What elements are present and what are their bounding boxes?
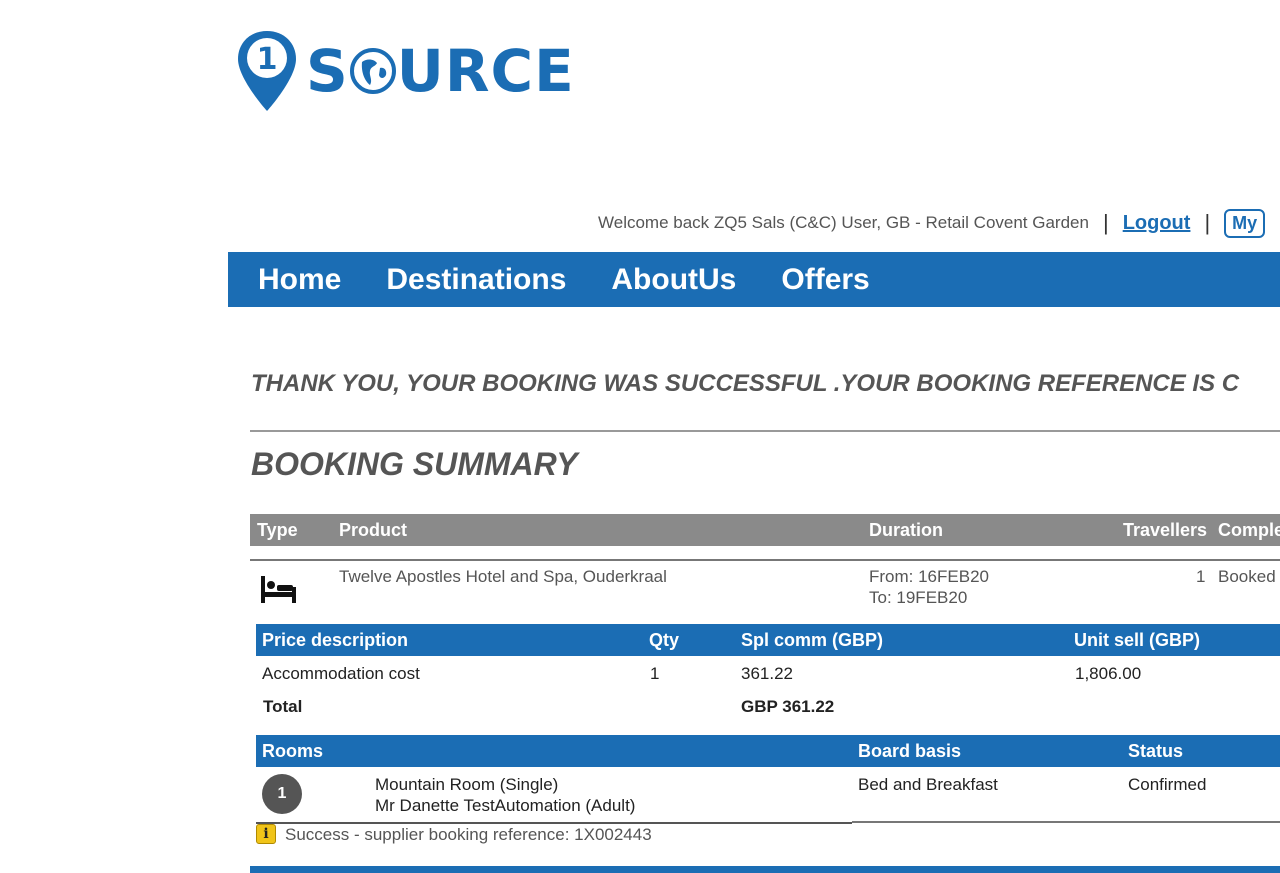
- location-pin-icon: 1: [238, 31, 296, 111]
- nav-aboutus[interactable]: AboutUs: [611, 263, 736, 297]
- price-table-header: Price description Qty Spl comm (GBP) Uni…: [256, 624, 1280, 656]
- room-number-badge: 1: [262, 774, 302, 814]
- price-qty: 1: [650, 664, 660, 683]
- price-unit-sell: 1,806.00: [1075, 664, 1142, 683]
- rooms-table-header: Rooms Board basis Status: [256, 735, 1280, 767]
- col-duration: Duration: [869, 520, 943, 540]
- duration-from: From: 16FEB20: [869, 567, 989, 586]
- col-product: Product: [339, 520, 408, 540]
- supplier-reference-message: Success - supplier booking reference: 1X…: [285, 825, 652, 844]
- booking-status: Booked: [1218, 567, 1276, 586]
- booking-confirmation-message: THANK YOU, YOUR BOOKING WAS SUCCESSFUL .…: [251, 370, 1240, 397]
- board-basis: Bed and Breakfast: [858, 775, 998, 794]
- guest-name: Mr Danette TestAutomation (Adult): [375, 796, 636, 815]
- col-qty: Qty: [649, 630, 680, 650]
- divider: [250, 559, 1280, 561]
- site-logo[interactable]: 1 S URCE: [236, 28, 575, 114]
- separator: |: [1102, 210, 1109, 235]
- nav-home[interactable]: Home: [258, 263, 341, 297]
- room-status: Confirmed: [1128, 775, 1207, 794]
- room-type: Mountain Room (Single): [375, 775, 559, 794]
- nav-offers[interactable]: Offers: [781, 263, 869, 297]
- travellers-count: 1: [1196, 567, 1206, 586]
- col-travellers: Travellers: [1123, 520, 1208, 540]
- col-unit-sell: Unit sell (GBP): [1074, 630, 1201, 650]
- my-account-button[interactable]: My: [1224, 208, 1266, 238]
- logo-wordmark: S URCE: [306, 37, 575, 105]
- summary-table-header: Type Product Duration Travellers Comple: [250, 514, 1280, 546]
- duration-to: To: 19FEB20: [869, 588, 968, 607]
- info-icon: i: [256, 824, 276, 844]
- price-spl-comm: 361.22: [741, 664, 793, 683]
- product-name: Twelve Apostles Hotel and Spa, Ouderkraa…: [339, 567, 667, 586]
- logout-link[interactable]: Logout: [1123, 212, 1191, 235]
- page-title: BOOKING SUMMARY: [251, 446, 578, 482]
- welcome-text: Welcome back ZQ5 Sals (C&C) User, GB - R…: [598, 213, 1089, 232]
- divider: [250, 430, 1280, 432]
- separator: |: [1204, 210, 1211, 235]
- col-room-status: Status: [1128, 741, 1184, 761]
- bottom-bar: [250, 866, 1280, 873]
- col-status: Comple: [1218, 520, 1280, 540]
- divider: [256, 822, 852, 824]
- total-value: GBP 361.22: [741, 697, 835, 716]
- price-description: Accommodation cost: [262, 664, 420, 683]
- nav-destinations[interactable]: Destinations: [386, 263, 566, 297]
- col-spl-comm: Spl comm (GBP): [741, 630, 884, 650]
- bed-icon: [261, 576, 296, 603]
- col-price-description: Price description: [262, 630, 409, 650]
- divider: [852, 821, 1280, 823]
- col-type: Type: [257, 520, 298, 540]
- pin-number: 1: [257, 42, 278, 77]
- user-welcome-bar: Welcome back ZQ5 Sals (C&C) User, GB - R…: [598, 208, 1280, 238]
- globe-icon: [349, 48, 396, 94]
- col-board-basis: Board basis: [858, 741, 962, 761]
- main-nav: Home Destinations AboutUs Offers: [228, 252, 1280, 307]
- total-label: Total: [263, 697, 303, 716]
- col-rooms: Rooms: [262, 741, 324, 761]
